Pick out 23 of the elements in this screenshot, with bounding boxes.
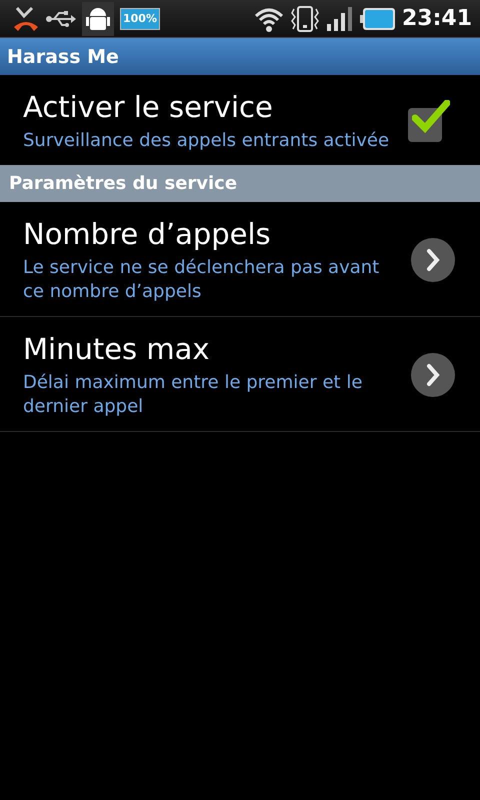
signal-icon	[326, 6, 354, 32]
missed-call-icon	[12, 4, 40, 32]
preference-title: Minutes max	[23, 331, 211, 367]
checkbox[interactable]	[408, 100, 450, 142]
clock-time: 23:41	[402, 6, 472, 31]
preference-summary: Délai maximum entre le premier et le dernier appel	[23, 371, 364, 419]
chevron-icon	[410, 237, 456, 283]
section-header: Paramètres du service	[0, 165, 480, 202]
preference-item[interactable]: Activer le service Surveillance des appels entrants activée	[0, 75, 480, 165]
preference-title: Activer le service	[23, 89, 274, 125]
vibrate-icon	[290, 4, 320, 32]
usb-icon	[46, 8, 76, 28]
preference-title: Nombre d’appels	[23, 216, 272, 252]
preference-item[interactable]: Nombre d’appels Le service ne se déclenchera pas avant ce nombre d’appels	[0, 202, 480, 317]
battery-icon	[360, 6, 396, 32]
android-icon	[82, 2, 114, 36]
battery-badge: 100%	[120, 8, 160, 30]
chevron-icon	[410, 352, 456, 398]
wifi-icon	[254, 6, 284, 32]
preference-item[interactable]: Minutes max Délai maximum entre le premier et le dernier appel	[0, 317, 480, 432]
app-title: Harass Me	[7, 46, 119, 68]
preference-summary: Surveillance des appels entrants activée	[23, 129, 390, 153]
preference-summary: Le service ne se déclenchera pas avant ce nombre d’appels	[23, 256, 380, 304]
